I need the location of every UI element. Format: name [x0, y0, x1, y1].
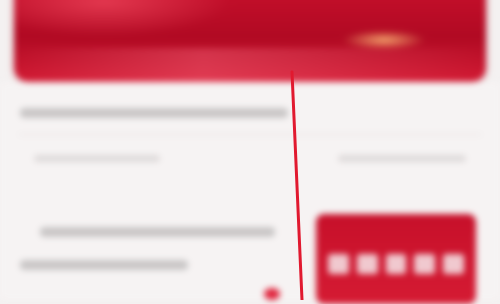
red-accent-dot [264, 288, 280, 300]
promo-block [443, 254, 464, 274]
top-banner[interactable] [14, 0, 486, 82]
promo-card[interactable] [316, 214, 476, 304]
banner-gloss [14, 48, 486, 82]
promo-label [326, 222, 466, 238]
promo-block [356, 254, 378, 274]
promo-block [385, 254, 407, 274]
meta-left-placeholder [34, 155, 160, 162]
promo-blocks [328, 254, 464, 274]
card-line-2-placeholder [20, 260, 188, 270]
card-line-1-placeholder [40, 227, 275, 237]
divider [18, 134, 482, 135]
meta-right-placeholder [338, 155, 466, 162]
promo-block [414, 254, 436, 274]
title-text-placeholder [20, 108, 288, 118]
promo-block [328, 254, 349, 274]
screen [0, 0, 500, 304]
